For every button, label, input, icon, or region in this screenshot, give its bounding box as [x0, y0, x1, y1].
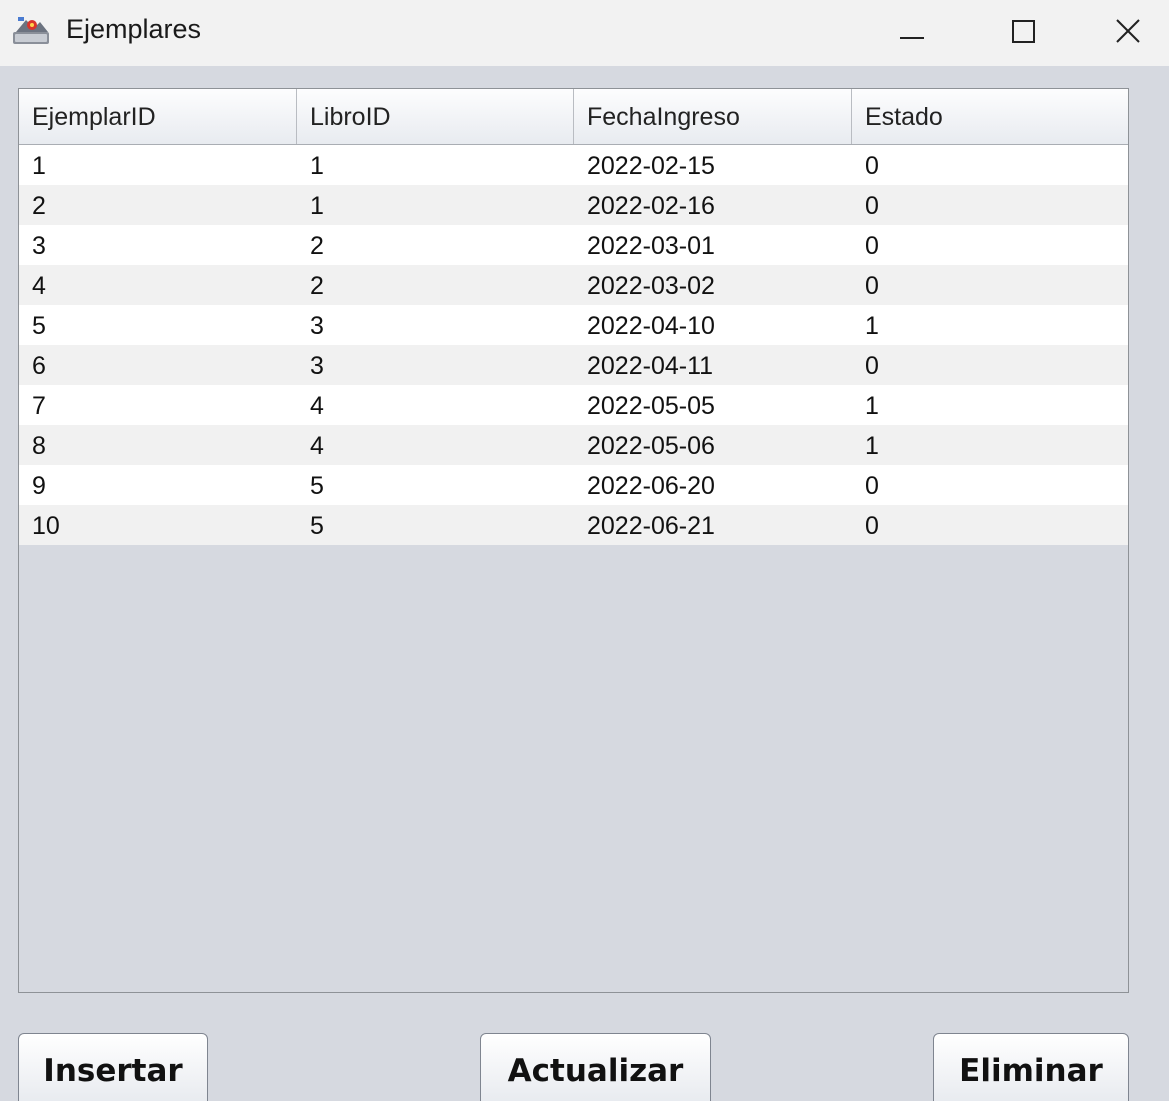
title-bar[interactable]: Ejemplares	[0, 0, 1169, 66]
update-button[interactable]: Actualizar	[480, 1033, 711, 1101]
maximize-icon	[1012, 20, 1035, 43]
table-header: EjemplarID LibroID FechaIngreso Estado	[19, 89, 1128, 145]
table-row[interactable]: 2 1 2022-02-16 0	[19, 185, 1128, 225]
cell-fechaingreso: 2022-04-11	[587, 352, 714, 380]
cell-fechaingreso: 2022-06-20	[587, 472, 715, 500]
window-title: Ejemplares	[66, 14, 202, 44]
cell-estado: 0	[865, 352, 879, 380]
table-row[interactable]: 7 4 2022-05-05 1	[19, 385, 1128, 425]
java-app-icon	[13, 17, 49, 44]
cell-ejemplarid: 8	[32, 432, 46, 460]
table-row[interactable]: 3 2 2022-03-01 0	[19, 225, 1128, 265]
minimize-button[interactable]	[862, 0, 962, 62]
cell-fechaingreso: 2022-04-10	[587, 312, 715, 340]
cell-ejemplarid: 9	[32, 472, 46, 500]
cell-fechaingreso: 2022-02-15	[587, 152, 715, 180]
ejemplares-table[interactable]: EjemplarID LibroID FechaIngreso Estado 1…	[18, 88, 1129, 993]
cell-ejemplarid: 2	[32, 192, 46, 220]
cell-fechaingreso: 2022-02-16	[587, 192, 715, 220]
cell-ejemplarid: 7	[32, 392, 46, 420]
cell-fechaingreso: 2022-03-01	[587, 232, 715, 260]
column-header-fechaingreso[interactable]: FechaIngreso	[574, 89, 852, 144]
cell-ejemplarid: 3	[32, 232, 46, 260]
cell-estado: 0	[865, 512, 879, 540]
cell-estado: 0	[865, 232, 879, 260]
table-row[interactable]: 4 2 2022-03-02 0	[19, 265, 1128, 305]
cell-libroid: 5	[310, 472, 324, 500]
table-row[interactable]: 8 4 2022-05-06 1	[19, 425, 1128, 465]
insert-button[interactable]: Insertar	[18, 1033, 208, 1101]
column-header-estado[interactable]: Estado	[852, 89, 1128, 144]
cell-estado: 0	[865, 272, 879, 300]
column-header-libroid[interactable]: LibroID	[297, 89, 574, 144]
minimize-icon	[900, 37, 924, 39]
cell-ejemplarid: 4	[32, 272, 46, 300]
cell-fechaingreso: 2022-05-05	[587, 392, 715, 420]
close-button[interactable]	[1086, 0, 1169, 62]
cell-fechaingreso: 2022-05-06	[587, 432, 715, 460]
cell-libroid: 4	[310, 432, 324, 460]
table-row[interactable]: 1 1 2022-02-15 0	[19, 145, 1128, 185]
delete-button[interactable]: Eliminar	[933, 1033, 1129, 1101]
maximize-button[interactable]	[974, 0, 1074, 62]
ejemplares-window: Ejemplares EjemplarID LibroID FechaIngre…	[0, 0, 1169, 1101]
cell-libroid: 1	[310, 192, 324, 220]
cell-libroid: 3	[310, 312, 324, 340]
cell-libroid: 2	[310, 272, 324, 300]
cell-estado: 0	[865, 472, 879, 500]
cell-libroid: 5	[310, 512, 324, 540]
cell-ejemplarid: 6	[32, 352, 46, 380]
cell-libroid: 3	[310, 352, 324, 380]
cell-estado: 0	[865, 192, 879, 220]
cell-estado: 1	[865, 312, 879, 340]
table-row[interactable]: 10 5 2022-06-21 0	[19, 505, 1128, 545]
cell-libroid: 2	[310, 232, 324, 260]
cell-libroid: 4	[310, 392, 324, 420]
cell-fechaingreso: 2022-06-21	[587, 512, 715, 540]
cell-ejemplarid: 5	[32, 312, 46, 340]
table-row[interactable]: 9 5 2022-06-20 0	[19, 465, 1128, 505]
cell-fechaingreso: 2022-03-02	[587, 272, 715, 300]
cell-ejemplarid: 1	[32, 152, 46, 180]
table-row[interactable]: 5 3 2022-04-10 1	[19, 305, 1128, 345]
close-icon	[1115, 19, 1140, 43]
table-row[interactable]: 6 3 2022-04-11 0	[19, 345, 1128, 385]
cell-estado: 1	[865, 432, 879, 460]
cell-estado: 1	[865, 392, 879, 420]
cell-libroid: 1	[310, 152, 324, 180]
column-header-ejemplarid[interactable]: EjemplarID	[19, 89, 297, 144]
cell-estado: 0	[865, 152, 879, 180]
cell-ejemplarid: 10	[32, 512, 60, 540]
